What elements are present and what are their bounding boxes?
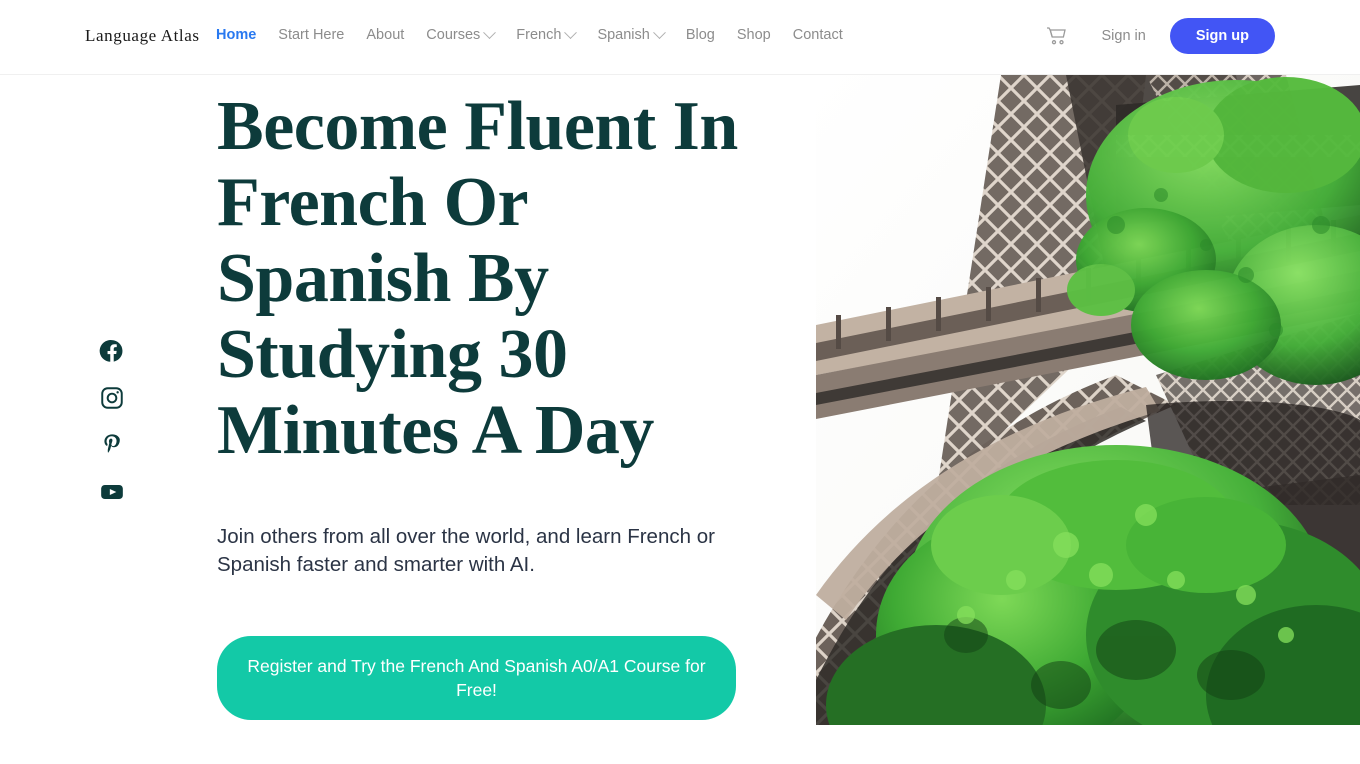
- nav-label: Contact: [792, 27, 843, 43]
- nav-item-courses[interactable]: Courses: [415, 25, 505, 43]
- nav-label: Blog: [685, 27, 715, 43]
- nav-item-home[interactable]: Home: [205, 27, 267, 43]
- facebook-icon[interactable]: [99, 338, 125, 364]
- page-root: Language Atlas Home Start Here About Cou…: [0, 0, 1360, 764]
- nav-label: Spanish: [597, 27, 650, 43]
- hero-image: [816, 75, 1360, 725]
- nav-item-contact[interactable]: Contact: [782, 27, 854, 43]
- nav-item-about[interactable]: About: [355, 27, 415, 43]
- nav-label: Courses: [426, 27, 481, 43]
- nav-item-french[interactable]: French: [505, 25, 586, 43]
- header-actions: Sign in Sign up: [1041, 18, 1275, 54]
- nav-label: Start Here: [278, 27, 345, 43]
- nav-label: About: [366, 27, 405, 43]
- page-title: Become Fluent In French Or Spanish By St…: [217, 88, 738, 469]
- sign-up-button[interactable]: Sign up: [1169, 18, 1275, 54]
- register-cta-button[interactable]: Register and Try the French And Spanish …: [217, 636, 736, 720]
- nav-item-shop[interactable]: Shop: [726, 27, 782, 43]
- shopping-cart-icon[interactable]: [1041, 21, 1071, 51]
- hero-subheading: Join others from all over the world, and…: [217, 525, 715, 576]
- nav-item-start-here[interactable]: Start Here: [267, 27, 355, 43]
- main-navigation: Home Start Here About Courses French Spa…: [205, 25, 854, 43]
- site-header: Language Atlas Home Start Here About Cou…: [0, 0, 1360, 75]
- nav-label: French: [516, 27, 562, 43]
- site-logo[interactable]: Language Atlas: [85, 26, 200, 46]
- youtube-icon[interactable]: [99, 479, 125, 505]
- chevron-down-icon: [483, 25, 497, 39]
- sign-in-link[interactable]: Sign in: [1087, 28, 1159, 44]
- nav-label: Home: [216, 27, 257, 43]
- nav-label: Shop: [736, 27, 771, 43]
- nav-item-spanish[interactable]: Spanish: [586, 25, 674, 43]
- chevron-down-icon: [564, 25, 578, 39]
- hero-content: Become Fluent In French Or Spanish By St…: [217, 75, 817, 720]
- chevron-down-icon: [652, 25, 666, 39]
- nav-item-blog[interactable]: Blog: [675, 27, 726, 43]
- social-links: [99, 338, 125, 505]
- pinterest-icon[interactable]: [99, 432, 125, 458]
- instagram-icon[interactable]: [99, 385, 125, 411]
